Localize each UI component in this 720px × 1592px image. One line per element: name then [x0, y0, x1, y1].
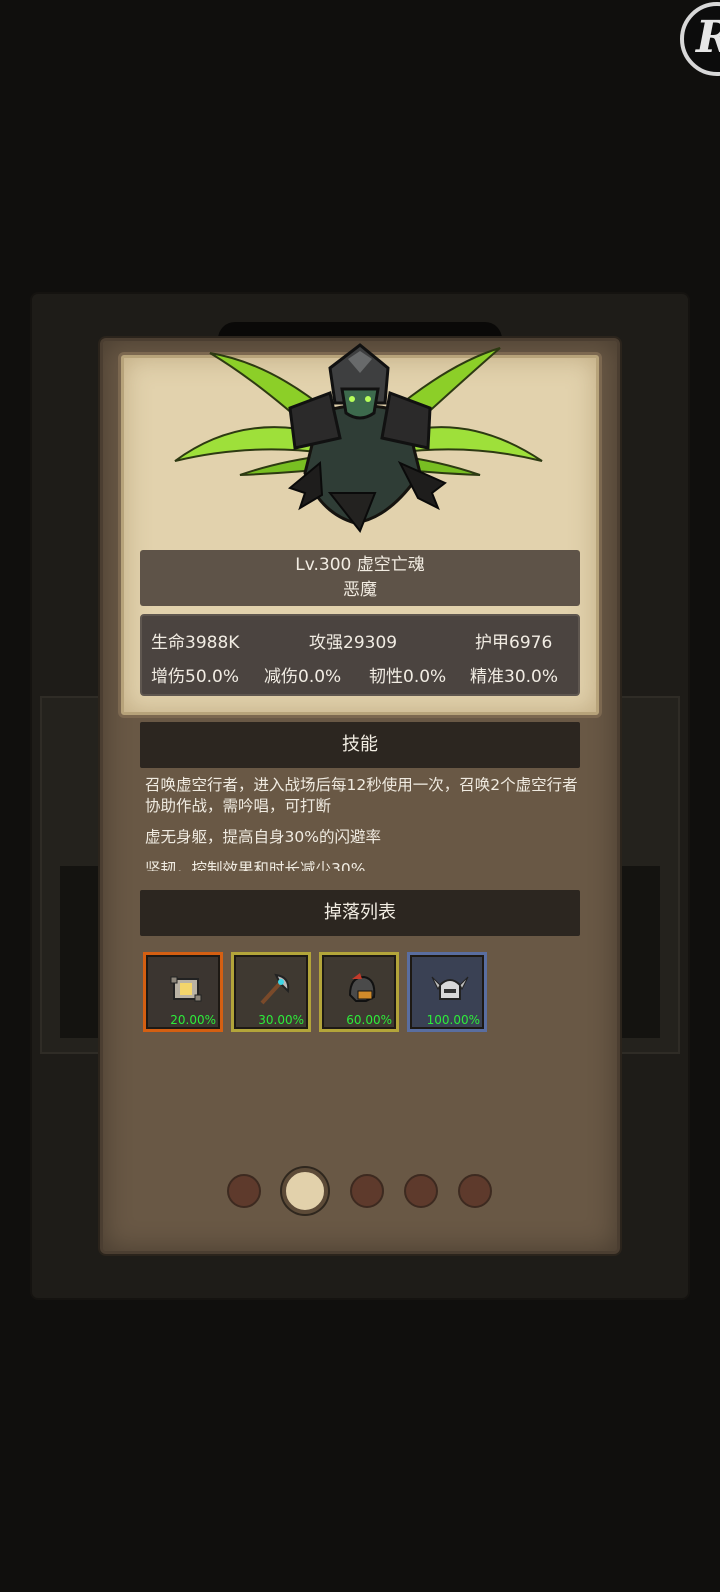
skill-2: 虚无身躯，提高自身30%的闪避率	[145, 828, 381, 846]
stat-hp: 生命3988K	[151, 633, 240, 653]
stat-damage-reduction: 减伤0.0%	[264, 667, 342, 687]
skills-header: 技能	[140, 722, 580, 768]
stat-armor: 护甲6976	[475, 633, 553, 653]
monster-name-band: Lv.300 虚空亡魂 恶魔	[140, 550, 580, 606]
stat-precision: 精准30.0%	[470, 667, 559, 687]
monster-level-name: Lv.300 虚空亡魂	[295, 555, 425, 575]
axe-icon	[260, 973, 290, 1005]
drop-rate-4: 100.00%	[426, 1013, 480, 1027]
page-dot-2-active[interactable]	[282, 1168, 328, 1214]
scroll-icon	[170, 976, 202, 1002]
helmet-icon	[348, 973, 376, 1002]
drop-rate-1: 20.00%	[170, 1013, 216, 1027]
stat-attack: 攻强29309	[309, 633, 398, 653]
drop-item-4[interactable]: 100.00%	[407, 952, 487, 1032]
page-dot-3[interactable]	[350, 1174, 384, 1208]
drop-item-2[interactable]: 30.00%	[231, 952, 311, 1032]
skill-1: 召唤虚空行者，进入战场后每12秒使用一次，召唤2个虚空行者协助作战，需吟唱，可打…	[145, 776, 578, 815]
drop-item-3[interactable]: 60.00%	[319, 952, 399, 1032]
page-dot-4[interactable]	[404, 1174, 438, 1208]
monster-portrait	[174, 343, 543, 533]
drop-item-1[interactable]: 20.00%	[143, 952, 223, 1032]
skill-3: 坚韧，控制效果和时长减少30%	[145, 860, 366, 871]
drop-rate-3: 60.00%	[346, 1013, 392, 1027]
monster-race: 恶魔	[343, 580, 377, 600]
drop-rate-2: 30.00%	[258, 1013, 304, 1027]
page-dot-1[interactable]	[227, 1174, 261, 1208]
drops-header: 掉落列表	[140, 890, 580, 936]
screen: R Lv.300 虚空亡魂 恶魔 生命3988K 攻强29309 护甲6976 …	[0, 0, 720, 1592]
horned-helmet-icon	[431, 976, 469, 1000]
page-dot-5[interactable]	[458, 1174, 492, 1208]
stat-damage-increase: 增伤50.0%	[151, 667, 240, 687]
stat-toughness: 韧性0.0%	[369, 667, 447, 687]
app-logo-icon[interactable]: R	[680, 2, 720, 76]
